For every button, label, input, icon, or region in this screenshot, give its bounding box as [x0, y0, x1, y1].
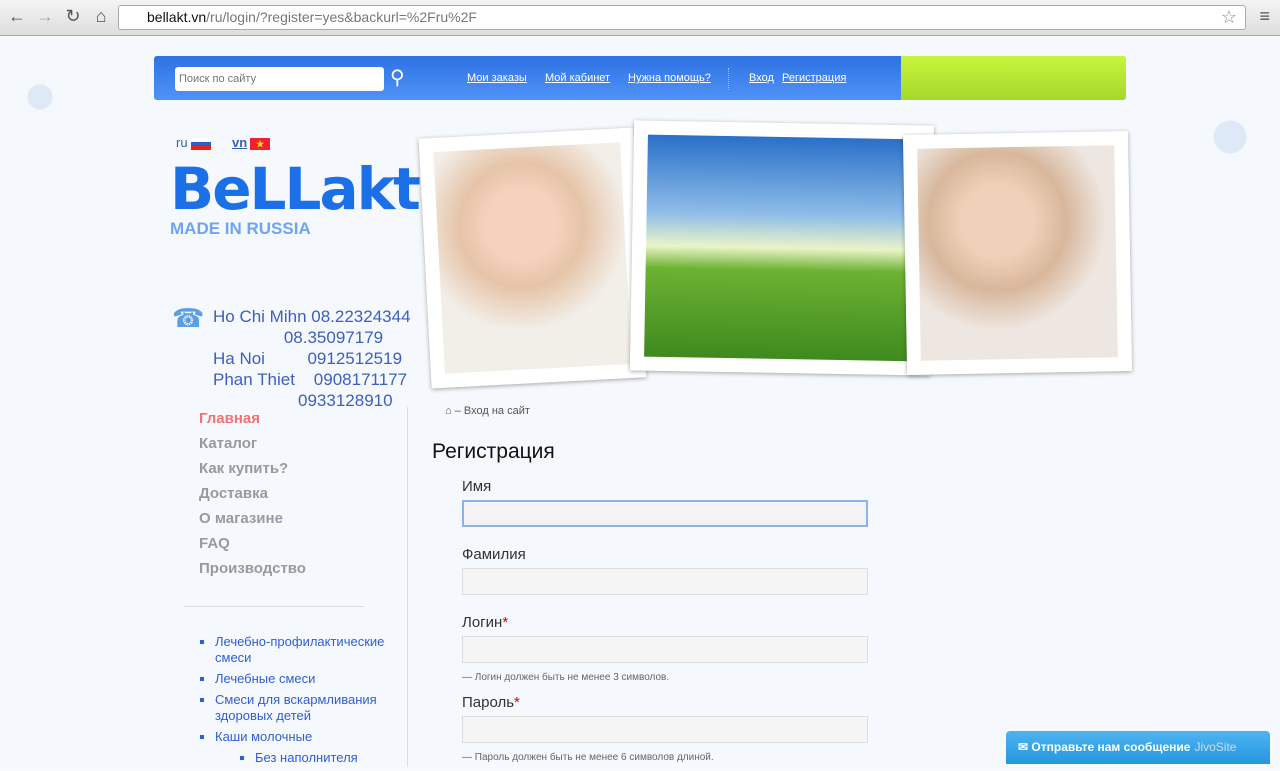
- bookmark-star-icon[interactable]: ☆: [1221, 7, 1237, 28]
- lang-vn[interactable]: vn ★: [232, 135, 271, 150]
- help-link[interactable]: Нужна помощь?: [628, 72, 711, 84]
- photo-mother-baby: [418, 127, 647, 389]
- login-field[interactable]: [462, 636, 868, 663]
- category-item[interactable]: Каши молочные: [200, 729, 400, 745]
- browser-toolbar: ← → ↻ ⌂ bellakt.vn/ru/login/?register=ye…: [0, 0, 1280, 36]
- breadcrumb: ⌂ – Вход на сайт: [445, 405, 530, 417]
- register-link[interactable]: Регистрация: [782, 72, 846, 84]
- category-list: Лечебно-профилактические смеси Лечебные …: [200, 634, 400, 771]
- my-account-link[interactable]: Мой кабинет: [545, 72, 610, 84]
- nav-delivery[interactable]: Доставка: [199, 485, 306, 510]
- vietnam-flag-icon: ★: [250, 137, 271, 150]
- address-bar[interactable]: bellakt.vn/ru/login/?register=yes&backur…: [118, 5, 1246, 30]
- main-nav: Главная Каталог Как купить? Доставка О м…: [199, 410, 306, 585]
- logo[interactable]: BeLLakt MADE IN RUSSIA: [170, 155, 421, 239]
- first-name-label: Имя: [462, 478, 492, 495]
- back-icon[interactable]: ←: [6, 6, 28, 27]
- login-link[interactable]: Вход: [749, 72, 774, 84]
- photo-meadow: [629, 120, 935, 376]
- phone-icon: ☎: [172, 303, 205, 333]
- search-input[interactable]: [175, 67, 384, 91]
- home-icon[interactable]: ⌂: [90, 6, 112, 27]
- nav-production[interactable]: Производство: [199, 560, 306, 585]
- last-name-field[interactable]: [462, 568, 868, 595]
- green-banner: [901, 56, 1126, 100]
- search-icon[interactable]: ⚲: [390, 65, 405, 90]
- russia-flag-icon: [190, 137, 211, 150]
- nav-catalog[interactable]: Каталог: [199, 435, 306, 460]
- phone-list: Ho Chi Mihn 08.22324344 08.35097179 Ha N…: [213, 307, 411, 410]
- category-item[interactable]: Смеси для вскармливания здоровых детей: [200, 692, 400, 724]
- divider: [407, 407, 408, 767]
- photo-mother-infant: [902, 131, 1133, 375]
- page-title: Регистрация: [432, 440, 555, 463]
- password-label: Пароль*: [462, 694, 520, 711]
- my-orders-link[interactable]: Мои заказы: [467, 72, 527, 84]
- last-name-label: Фамилия: [462, 546, 526, 563]
- nav-about[interactable]: О магазине: [199, 510, 306, 535]
- jivosite-chat-button[interactable]: ✉ Отправьте нам сообщение JivoSite: [1006, 731, 1270, 764]
- home-icon[interactable]: ⌂: [445, 405, 452, 417]
- envelope-icon: ✉: [1018, 740, 1029, 754]
- category-item[interactable]: Лечебно-профилактические смеси: [200, 634, 400, 666]
- divider: [728, 68, 729, 90]
- password-hint: — Пароль должен быть не менее 6 символов…: [462, 752, 714, 763]
- login-label: Логин*: [462, 614, 509, 631]
- nav-faq[interactable]: FAQ: [199, 535, 306, 560]
- lang-ru[interactable]: ru: [176, 135, 211, 150]
- top-bar: ⚲ Мои заказы Мой кабинет Нужна помощь? В…: [154, 56, 1126, 100]
- page: ⚲ Мои заказы Мой кабинет Нужна помощь? В…: [0, 37, 1280, 767]
- forward-icon[interactable]: →: [34, 6, 56, 27]
- password-field[interactable]: [462, 716, 868, 743]
- reload-icon[interactable]: ↻: [62, 6, 84, 27]
- login-hint: — Логин должен быть не менее 3 символов.: [462, 672, 670, 683]
- category-item[interactable]: Лечебные смеси: [200, 671, 400, 687]
- divider: [184, 606, 364, 607]
- first-name-field[interactable]: [462, 500, 868, 527]
- nav-how-to-buy[interactable]: Как купить?: [199, 460, 306, 485]
- menu-icon[interactable]: ≡: [1259, 6, 1270, 27]
- nav-home[interactable]: Главная: [199, 410, 306, 435]
